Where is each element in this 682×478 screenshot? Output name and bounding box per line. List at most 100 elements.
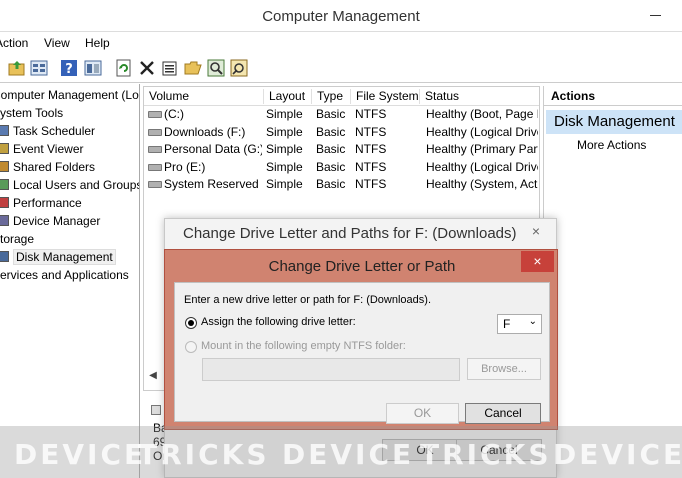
watermark-text: DEVICE bbox=[282, 438, 415, 471]
delete-icon[interactable] bbox=[138, 59, 156, 77]
open-folder-icon[interactable] bbox=[184, 59, 202, 77]
help-icon[interactable]: ? bbox=[60, 59, 78, 77]
browse-button[interactable]: Browse... bbox=[467, 358, 541, 380]
close-icon[interactable]: × bbox=[521, 251, 554, 272]
drive-icon bbox=[148, 146, 162, 153]
actions-section-disk-management[interactable]: Disk Management bbox=[546, 110, 682, 134]
actions-header: Actions bbox=[544, 86, 682, 106]
mount-folder-radio[interactable] bbox=[185, 341, 197, 353]
window-title: Computer Management bbox=[262, 8, 420, 25]
properties-icon[interactable] bbox=[161, 59, 179, 77]
table-cell: Simple bbox=[266, 107, 303, 121]
table-row[interactable]: System Reserved Simple Basic NTFS Healthy (S… bbox=[144, 176, 539, 193]
close-icon[interactable]: × bbox=[521, 222, 551, 240]
tree-item[interactable]: Task Scheduler bbox=[0, 122, 95, 140]
col-volume[interactable]: Volume bbox=[144, 89, 264, 104]
drive-letter-value: F bbox=[503, 317, 511, 331]
tree-item-label: Device Manager bbox=[13, 214, 101, 228]
drive-icon bbox=[148, 111, 162, 118]
folder-path-input[interactable] bbox=[202, 358, 460, 381]
table-cell: Basic bbox=[316, 124, 346, 139]
disk-icon bbox=[0, 251, 9, 262]
tree-item[interactable]: Local Users and Groups bbox=[0, 176, 140, 194]
tree-item[interactable]: Computer Management (Local bbox=[0, 86, 139, 104]
table-cell: NTFS bbox=[355, 142, 387, 156]
menu-bar: Action View Help bbox=[0, 32, 682, 54]
col-layout[interactable]: Layout bbox=[264, 89, 312, 104]
table-row[interactable]: Downloads (F:) Simple Basic NTFS Healthy (Lo… bbox=[144, 124, 539, 141]
col-type[interactable]: Type bbox=[312, 89, 351, 104]
tree-item[interactable]: Event Viewer bbox=[0, 140, 83, 158]
menu-help[interactable]: Help bbox=[85, 36, 110, 50]
tree-item[interactable]: Shared Folders bbox=[0, 158, 95, 176]
refresh-icon[interactable] bbox=[115, 59, 133, 77]
table-cell: Downloads (F:) bbox=[164, 124, 246, 139]
disk-icon bbox=[151, 405, 161, 415]
col-status[interactable]: Status bbox=[420, 89, 539, 104]
minimize-icon[interactable] bbox=[649, 6, 663, 20]
drive-paths-dialog-title: Change Drive Letter and Paths for F: (Do… bbox=[183, 225, 517, 242]
table-cell: Pro (E:) bbox=[164, 159, 206, 174]
ok-button[interactable]: OK bbox=[386, 403, 459, 424]
table-cell: Basic bbox=[316, 177, 346, 191]
folder-icon bbox=[0, 161, 9, 172]
tree-item-label: Services and Applications bbox=[0, 268, 129, 282]
svg-text:?: ? bbox=[65, 62, 73, 77]
table-cell: Personal Data (G:) bbox=[164, 142, 262, 156]
table-cell: Healthy (Primary Part bbox=[426, 142, 538, 156]
watermark-text: TRICKS bbox=[138, 438, 270, 471]
menu-view[interactable]: View bbox=[44, 36, 70, 50]
event-icon bbox=[0, 143, 9, 154]
panel-icon[interactable] bbox=[84, 59, 102, 77]
tree-item[interactable]: Storage bbox=[0, 230, 34, 248]
table-cell: Simple bbox=[266, 124, 303, 139]
table-cell: Basic bbox=[316, 159, 346, 174]
tree-item[interactable]: System Tools bbox=[0, 104, 63, 122]
table-cell: NTFS bbox=[355, 177, 387, 191]
mount-folder-label[interactable]: Mount in the following empty NTFS folder… bbox=[201, 340, 406, 352]
clock-icon bbox=[0, 125, 9, 136]
tree-item-label: Event Viewer bbox=[13, 142, 84, 156]
table-cell: System Reserved bbox=[164, 177, 259, 191]
tree-item[interactable]: Disk Management bbox=[0, 248, 116, 266]
tree-item-label: Disk Management bbox=[13, 249, 116, 265]
table-cell: Healthy (Logical Drive bbox=[426, 124, 538, 139]
table-cell: (C:) bbox=[164, 107, 184, 121]
cancel-button[interactable]: Cancel bbox=[465, 403, 541, 424]
grid-icon[interactable] bbox=[30, 59, 48, 77]
scroll-left-icon[interactable]: ◀ bbox=[146, 368, 160, 384]
table-row[interactable]: (C:) Simple Basic NTFS Healthy (Boot, Page F bbox=[144, 106, 539, 123]
watermark-text: DEVICE bbox=[553, 438, 682, 471]
assign-letter-label[interactable]: Assign the following drive letter: bbox=[201, 316, 356, 328]
tree-item-label: Storage bbox=[0, 232, 35, 246]
change-drive-letter-dialog-title: Change Drive Letter or Path bbox=[268, 258, 456, 275]
change-drive-letter-dialog: Change Drive Letter or Path × Enter a ne… bbox=[164, 249, 558, 430]
drive-icon bbox=[148, 128, 162, 136]
actions-pane: Actions Disk Management More Actions bbox=[543, 86, 682, 478]
chevron-down-icon: ⌄ bbox=[528, 316, 537, 327]
dialog-prompt: Enter a new drive letter or path for F: … bbox=[184, 294, 431, 306]
folder-up-icon[interactable] bbox=[8, 59, 26, 77]
more-actions-link[interactable]: More Actions bbox=[577, 138, 646, 152]
table-row[interactable]: Pro (E:) Simple Basic NTFS Healthy (Logical … bbox=[144, 159, 539, 176]
table-cell: Healthy (Logical Drive bbox=[426, 159, 538, 174]
tree-item-label: Computer Management (Local bbox=[0, 88, 139, 102]
drive-letter-select[interactable]: F ⌄ bbox=[497, 314, 542, 334]
col-file-system[interactable]: File System bbox=[351, 89, 420, 104]
search-icon[interactable] bbox=[207, 59, 225, 77]
table-row[interactable]: Personal Data (G:) Simple Basic NTFS Healthy… bbox=[144, 141, 539, 158]
tree-item[interactable]: Performance bbox=[0, 194, 82, 212]
tree-item[interactable]: Device Manager bbox=[0, 212, 100, 230]
wizard-icon[interactable] bbox=[230, 59, 248, 77]
tree-item-label: Local Users and Groups bbox=[13, 178, 140, 192]
volume-list-header: Volume Layout Type File System Status bbox=[144, 87, 539, 106]
navigation-tree: Computer Management (Local System Tools Ta… bbox=[0, 84, 140, 478]
drive-icon bbox=[148, 181, 162, 188]
dialog-body: Enter a new drive letter or path for F: … bbox=[174, 282, 550, 424]
title-bar: Computer Management bbox=[0, 0, 682, 32]
toolbar: ? bbox=[0, 54, 682, 83]
menu-action[interactable]: Action bbox=[0, 36, 28, 50]
tree-item[interactable]: Services and Applications bbox=[0, 266, 129, 284]
assign-letter-radio[interactable] bbox=[185, 317, 197, 329]
table-cell: NTFS bbox=[355, 159, 387, 174]
